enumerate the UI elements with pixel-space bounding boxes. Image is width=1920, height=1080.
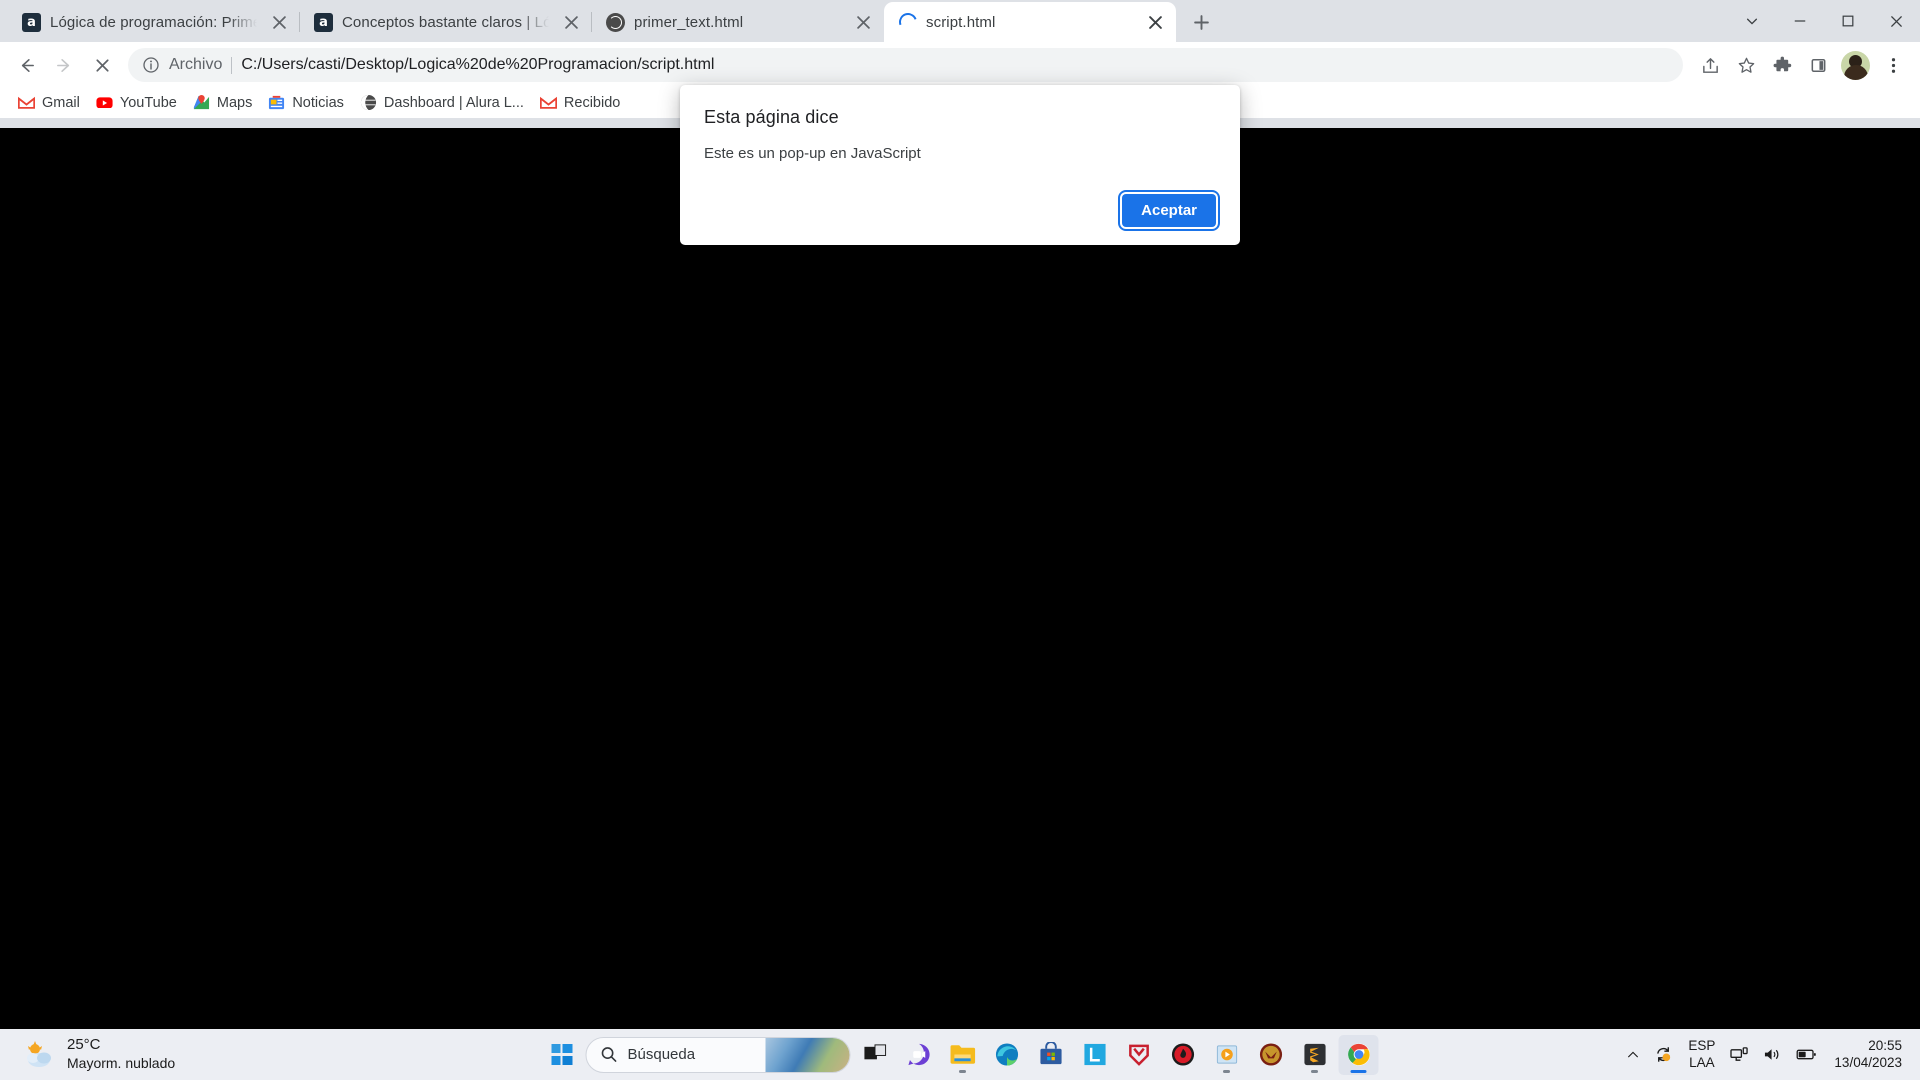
omnibox-divider	[231, 56, 233, 74]
dialog-message: Este es un pop-up en JavaScript	[704, 145, 921, 162]
tab-title: Conceptos bastante claros | Lógi	[342, 13, 549, 31]
alura-icon: a	[22, 12, 41, 32]
search-input[interactable]: Búsqueda	[585, 1036, 851, 1073]
browser-tab[interactable]: a Conceptos bastante claros | Lógi	[299, 2, 592, 42]
taskbar-app-gaming[interactable]	[1163, 1035, 1203, 1075]
tab-title: Lógica de programación: Primeros	[50, 13, 257, 31]
weather-text: 25°C Mayorm. nublado	[67, 1036, 175, 1072]
close-icon[interactable]	[850, 9, 876, 35]
chevron-up-icon[interactable]	[1619, 1034, 1647, 1076]
info-circle-icon[interactable]	[142, 56, 160, 74]
windows-taskbar: 25°C Mayorm. nublado Búsqueda ESP LAA 20…	[0, 1029, 1920, 1080]
maximize-window-button[interactable]	[1824, 0, 1872, 42]
language-line-2: LAA	[1689, 1054, 1715, 1070]
browser-tab[interactable]: a Lógica de programación: Primeros	[8, 2, 300, 42]
system-tray: ESP LAA 20:55 13/04/2023	[1619, 1034, 1920, 1076]
scheme-label: Archivo	[169, 56, 223, 73]
stop-loading-icon[interactable]	[84, 47, 120, 83]
minimize-window-button[interactable]	[1776, 0, 1824, 42]
weather-widget[interactable]: 25°C Mayorm. nublado	[0, 1036, 175, 1072]
javascript-dialog-overlay: Esta página dice Este es un pop-up en Ja…	[0, 85, 1920, 245]
volume-icon[interactable]	[1756, 1034, 1789, 1076]
url-text: C:/Users/casti/Desktop/Logica%20de%20Pro…	[241, 56, 715, 73]
taskbar-app-sublime-text[interactable]	[1295, 1035, 1335, 1075]
back-arrow-icon[interactable]	[8, 47, 44, 83]
weather-temperature: 25°C	[67, 1036, 101, 1054]
new-tab-button[interactable]	[1184, 5, 1218, 39]
taskbar-app-microsoft-edge[interactable]	[987, 1035, 1027, 1075]
dialog-title: Esta página dice	[704, 107, 839, 127]
javascript-alert-dialog: Esta página dice Este es un pop-up en Ja…	[680, 85, 1240, 245]
taskbar-app-media-player[interactable]	[1207, 1035, 1247, 1075]
running-indicator	[1223, 1069, 1230, 1073]
close-window-button[interactable]	[1872, 0, 1920, 42]
search-thumbnail	[765, 1037, 850, 1072]
running-indicator	[1311, 1069, 1318, 1073]
dialog-actions: Aceptar	[704, 194, 1216, 227]
alura-icon: a	[314, 12, 333, 32]
start-button[interactable]	[542, 1035, 582, 1075]
forward-arrow-icon[interactable]	[46, 47, 82, 83]
start-icon	[551, 1044, 572, 1065]
search-placeholder: Búsqueda	[627, 1046, 696, 1063]
battery-icon[interactable]	[1789, 1034, 1824, 1076]
partly-cloudy-icon	[22, 1038, 56, 1072]
chrome-menu-icon[interactable]	[1876, 48, 1910, 82]
address-bar[interactable]: Archivo C:/Users/casti/Desktop/Logica%20…	[128, 48, 1683, 82]
search-icon	[601, 1047, 617, 1062]
sync-status-icon[interactable]	[1647, 1034, 1680, 1076]
running-indicator	[1350, 1069, 1367, 1073]
page-content-area	[0, 128, 1920, 1029]
language-line-1: ESP	[1688, 1038, 1716, 1054]
close-icon[interactable]	[558, 9, 584, 35]
clock[interactable]: 20:55 13/04/2023	[1824, 1038, 1908, 1072]
close-icon[interactable]	[1142, 9, 1168, 35]
running-indicator	[959, 1069, 966, 1073]
tab-search-icon[interactable]	[1728, 0, 1776, 42]
taskbar-app-google-chrome[interactable]	[1338, 1034, 1379, 1075]
window-controls	[1728, 0, 1920, 42]
taskbar-app-lenovo[interactable]	[1075, 1035, 1115, 1075]
taskbar-center: Búsqueda	[542, 1034, 1379, 1075]
toolbar-actions	[1693, 48, 1910, 82]
browser-window: a Lógica de programación: Primeros a Con…	[0, 0, 1920, 1029]
profile-avatar[interactable]	[1841, 50, 1870, 80]
taskbar-app-task-view[interactable]	[855, 1035, 895, 1075]
share-icon[interactable]	[1693, 48, 1727, 82]
weather-description: Mayorm. nublado	[67, 1055, 176, 1072]
globe-icon	[606, 12, 625, 32]
sidepanel-icon[interactable]	[1801, 48, 1835, 82]
taskbar-app-microsoft-store[interactable]	[1031, 1035, 1071, 1075]
taskbar-app-file-explorer[interactable]	[943, 1035, 983, 1075]
bookmark-star-icon[interactable]	[1729, 48, 1763, 82]
browser-tab-active[interactable]: script.html	[884, 2, 1176, 42]
close-icon[interactable]	[266, 9, 292, 35]
browser-tab[interactable]: primer_text.html	[591, 2, 884, 42]
tab-title: script.html	[926, 13, 996, 31]
tab-strip: a Lógica de programación: Primeros a Con…	[0, 0, 1920, 42]
browser-toolbar: Archivo C:/Users/casti/Desktop/Logica%20…	[0, 42, 1920, 88]
language-indicator[interactable]: ESP LAA	[1680, 1038, 1723, 1070]
network-icon[interactable]	[1723, 1034, 1756, 1076]
clock-time: 20:55	[1868, 1037, 1902, 1053]
tab-title: primer_text.html	[634, 13, 744, 31]
taskbar-app-crossfire[interactable]	[1251, 1035, 1291, 1075]
accept-button[interactable]: Aceptar	[1122, 194, 1216, 227]
taskbar-app-chat[interactable]	[899, 1035, 939, 1075]
loading-spinner-icon	[895, 10, 920, 34]
taskbar-app-mcafee[interactable]	[1119, 1035, 1159, 1075]
clock-date: 13/04/2023	[1834, 1054, 1902, 1070]
extensions-puzzle-icon[interactable]	[1765, 48, 1799, 82]
